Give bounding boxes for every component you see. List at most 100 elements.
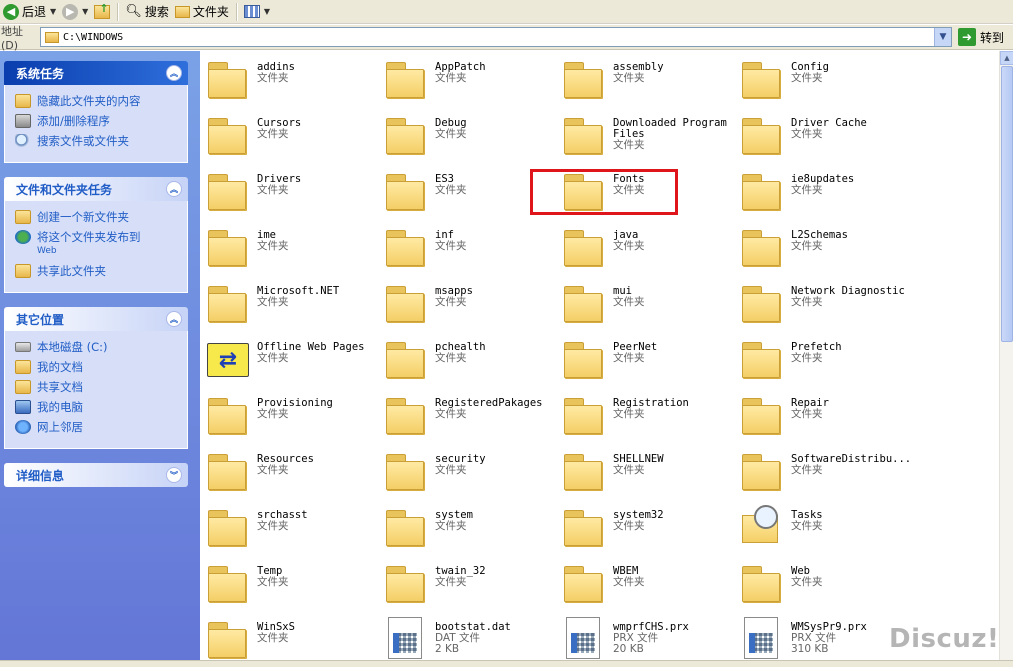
file-text: Drivers 文件夹 [257,167,379,196]
task-search-files[interactable]: 搜索文件或文件夹 [15,134,179,148]
search-button[interactable]: 🔍︎ 搜索 [122,1,172,23]
file-type: 文件夹 [435,464,467,476]
file-item[interactable]: bootstat.dat DAT 文件 2 KB [382,615,560,660]
views-button[interactable]: ▼ [241,1,273,23]
toolbar: ◀ 后退 ▼ ▶ ▼ ↑ 🔍︎ 搜索 文件夹 ▼ [0,0,1013,24]
views-icon [243,5,260,18]
folder-icon [45,31,59,43]
up-folder-button[interactable]: ↑ [91,1,113,23]
place-shared-documents[interactable]: 共享文档 [15,380,179,394]
file-type: 文件夹 [613,240,645,252]
task-publish-web[interactable]: 将这个文件夹发布到 Web [15,230,179,258]
folder-icon [204,111,252,157]
file-item[interactable]: system 文件夹 [382,503,560,559]
forward-dropdown-icon[interactable]: ▼ [82,7,88,16]
file-type: 文件夹 [791,128,823,140]
folder-icon [204,447,252,493]
file-text: wmprfCHS.prx PRX 文件 20 KB [613,615,735,655]
file-item[interactable]: Tasks 文件夹 [738,503,916,559]
file-item[interactable]: twain_32 文件夹 [382,559,560,615]
file-name: Downloaded Program Files [613,117,727,140]
file-item[interactable]: inf 文件夹 [382,223,560,279]
file-item[interactable]: Registration 文件夹 [560,391,738,447]
file-item[interactable]: SoftwareDistribu... 文件夹 [738,447,916,503]
place-local-disk[interactable]: 本地磁盘 (C:) [15,340,179,354]
file-item[interactable]: addins 文件夹 [204,55,382,111]
folder-icon [382,167,430,213]
place-network[interactable]: 网上邻居 [15,420,179,434]
file-item[interactable]: RegisteredPakages 文件夹 [382,391,560,447]
file-item[interactable]: Microsoft.NET 文件夹 [204,279,382,335]
file-type: 文件夹 [791,72,823,84]
folder-icon [738,279,786,325]
file-item[interactable]: AppPatch 文件夹 [382,55,560,111]
toolbar-separator [117,2,119,21]
file-item[interactable]: security 文件夹 [382,447,560,503]
system-tasks-header[interactable]: 系统任务 ︽ [4,61,188,85]
file-item[interactable]: PeerNet 文件夹 [560,335,738,391]
file-type: 文件夹 [613,520,645,532]
file-type: 文件夹 [613,352,645,364]
file-tasks-header[interactable]: 文件和文件夹任务 ︽ [4,177,188,201]
file-item[interactable]: WBEM 文件夹 [560,559,738,615]
place-my-computer[interactable]: 我的电脑 [15,400,179,414]
task-add-remove-programs[interactable]: 添加/删除程序 [15,114,179,128]
file-item[interactable]: Cursors 文件夹 [204,111,382,167]
folders-button[interactable]: 文件夹 [172,1,232,23]
file-item[interactable]: mui 文件夹 [560,279,738,335]
task-hide-folder-contents[interactable]: 隐藏此文件夹的内容 [15,94,179,108]
file-item[interactable]: ie8updates 文件夹 [738,167,916,223]
address-dropdown-icon[interactable]: ▼ [934,28,951,46]
file-item[interactable]: ⇄ Offline Web Pages 文件夹 [204,335,382,391]
file-tasks-panel: 文件和文件夹任务 ︽ 创建一个新文件夹 将这个文件夹发布到 Web 共享此文件夹 [4,177,188,293]
address-path: C:\WINDOWS [63,31,124,43]
file-type: 文件夹 [257,352,289,364]
file-item[interactable]: Drivers 文件夹 [204,167,382,223]
file-item[interactable]: Temp 文件夹 [204,559,382,615]
task-new-folder[interactable]: 创建一个新文件夹 [15,210,179,224]
collapse-chevron-icon[interactable]: ︽ [166,65,182,81]
file-item[interactable]: Network Diagnostic 文件夹 [738,279,916,335]
computer-icon [15,400,31,414]
place-my-documents[interactable]: 我的文档 [15,360,179,374]
file-item[interactable]: Prefetch 文件夹 [738,335,916,391]
file-text: Microsoft.NET 文件夹 [257,279,379,308]
file-type: 文件夹 [613,408,645,420]
file-item[interactable]: Debug 文件夹 [382,111,560,167]
file-item[interactable]: Provisioning 文件夹 [204,391,382,447]
back-button[interactable]: ◀ 后退 ▼ [0,1,59,23]
collapse-chevron-icon[interactable]: ︽ [166,181,182,197]
file-item[interactable]: java 文件夹 [560,223,738,279]
back-dropdown-icon[interactable]: ▼ [50,7,56,16]
file-item[interactable]: L2Schemas 文件夹 [738,223,916,279]
file-item[interactable]: Resources 文件夹 [204,447,382,503]
collapse-chevron-icon[interactable]: ︽ [166,311,182,327]
file-item[interactable]: Web 文件夹 [738,559,916,615]
file-text: Temp 文件夹 [257,559,379,588]
file-item[interactable]: SHELLNEW 文件夹 [560,447,738,503]
file-item[interactable]: Downloaded Program Files 文件夹 [560,111,738,167]
file-item[interactable]: WinSxS 文件夹 [204,615,382,660]
scroll-thumb[interactable] [1001,66,1013,342]
vertical-scrollbar[interactable]: ▲ [999,51,1013,660]
file-item[interactable]: srchasst 文件夹 [204,503,382,559]
task-label: 创建一个新文件夹 [37,210,129,224]
file-item[interactable]: pchealth 文件夹 [382,335,560,391]
file-item[interactable]: wmprfCHS.prx PRX 文件 20 KB [560,615,738,660]
expand-chevron-icon[interactable]: ︾ [166,467,182,483]
file-item[interactable]: ime 文件夹 [204,223,382,279]
file-type: 文件夹 [613,296,645,308]
scroll-up-button[interactable]: ▲ [1000,51,1013,65]
file-item[interactable]: assembly 文件夹 [560,55,738,111]
file-item[interactable]: system32 文件夹 [560,503,738,559]
go-button[interactable]: ➜ 转到 [958,28,1004,46]
forward-button[interactable]: ▶ ▼ [59,1,91,23]
address-input[interactable]: C:\WINDOWS ▼ [40,27,952,47]
task-share-folder[interactable]: 共享此文件夹 [15,264,179,278]
file-item[interactable]: Config 文件夹 [738,55,916,111]
other-places-header[interactable]: 其它位置 ︽ [4,307,188,331]
file-item[interactable]: Repair 文件夹 [738,391,916,447]
file-item[interactable]: msapps 文件夹 [382,279,560,335]
details-header[interactable]: 详细信息 ︾ [4,463,188,487]
file-item[interactable]: Driver Cache 文件夹 [738,111,916,167]
